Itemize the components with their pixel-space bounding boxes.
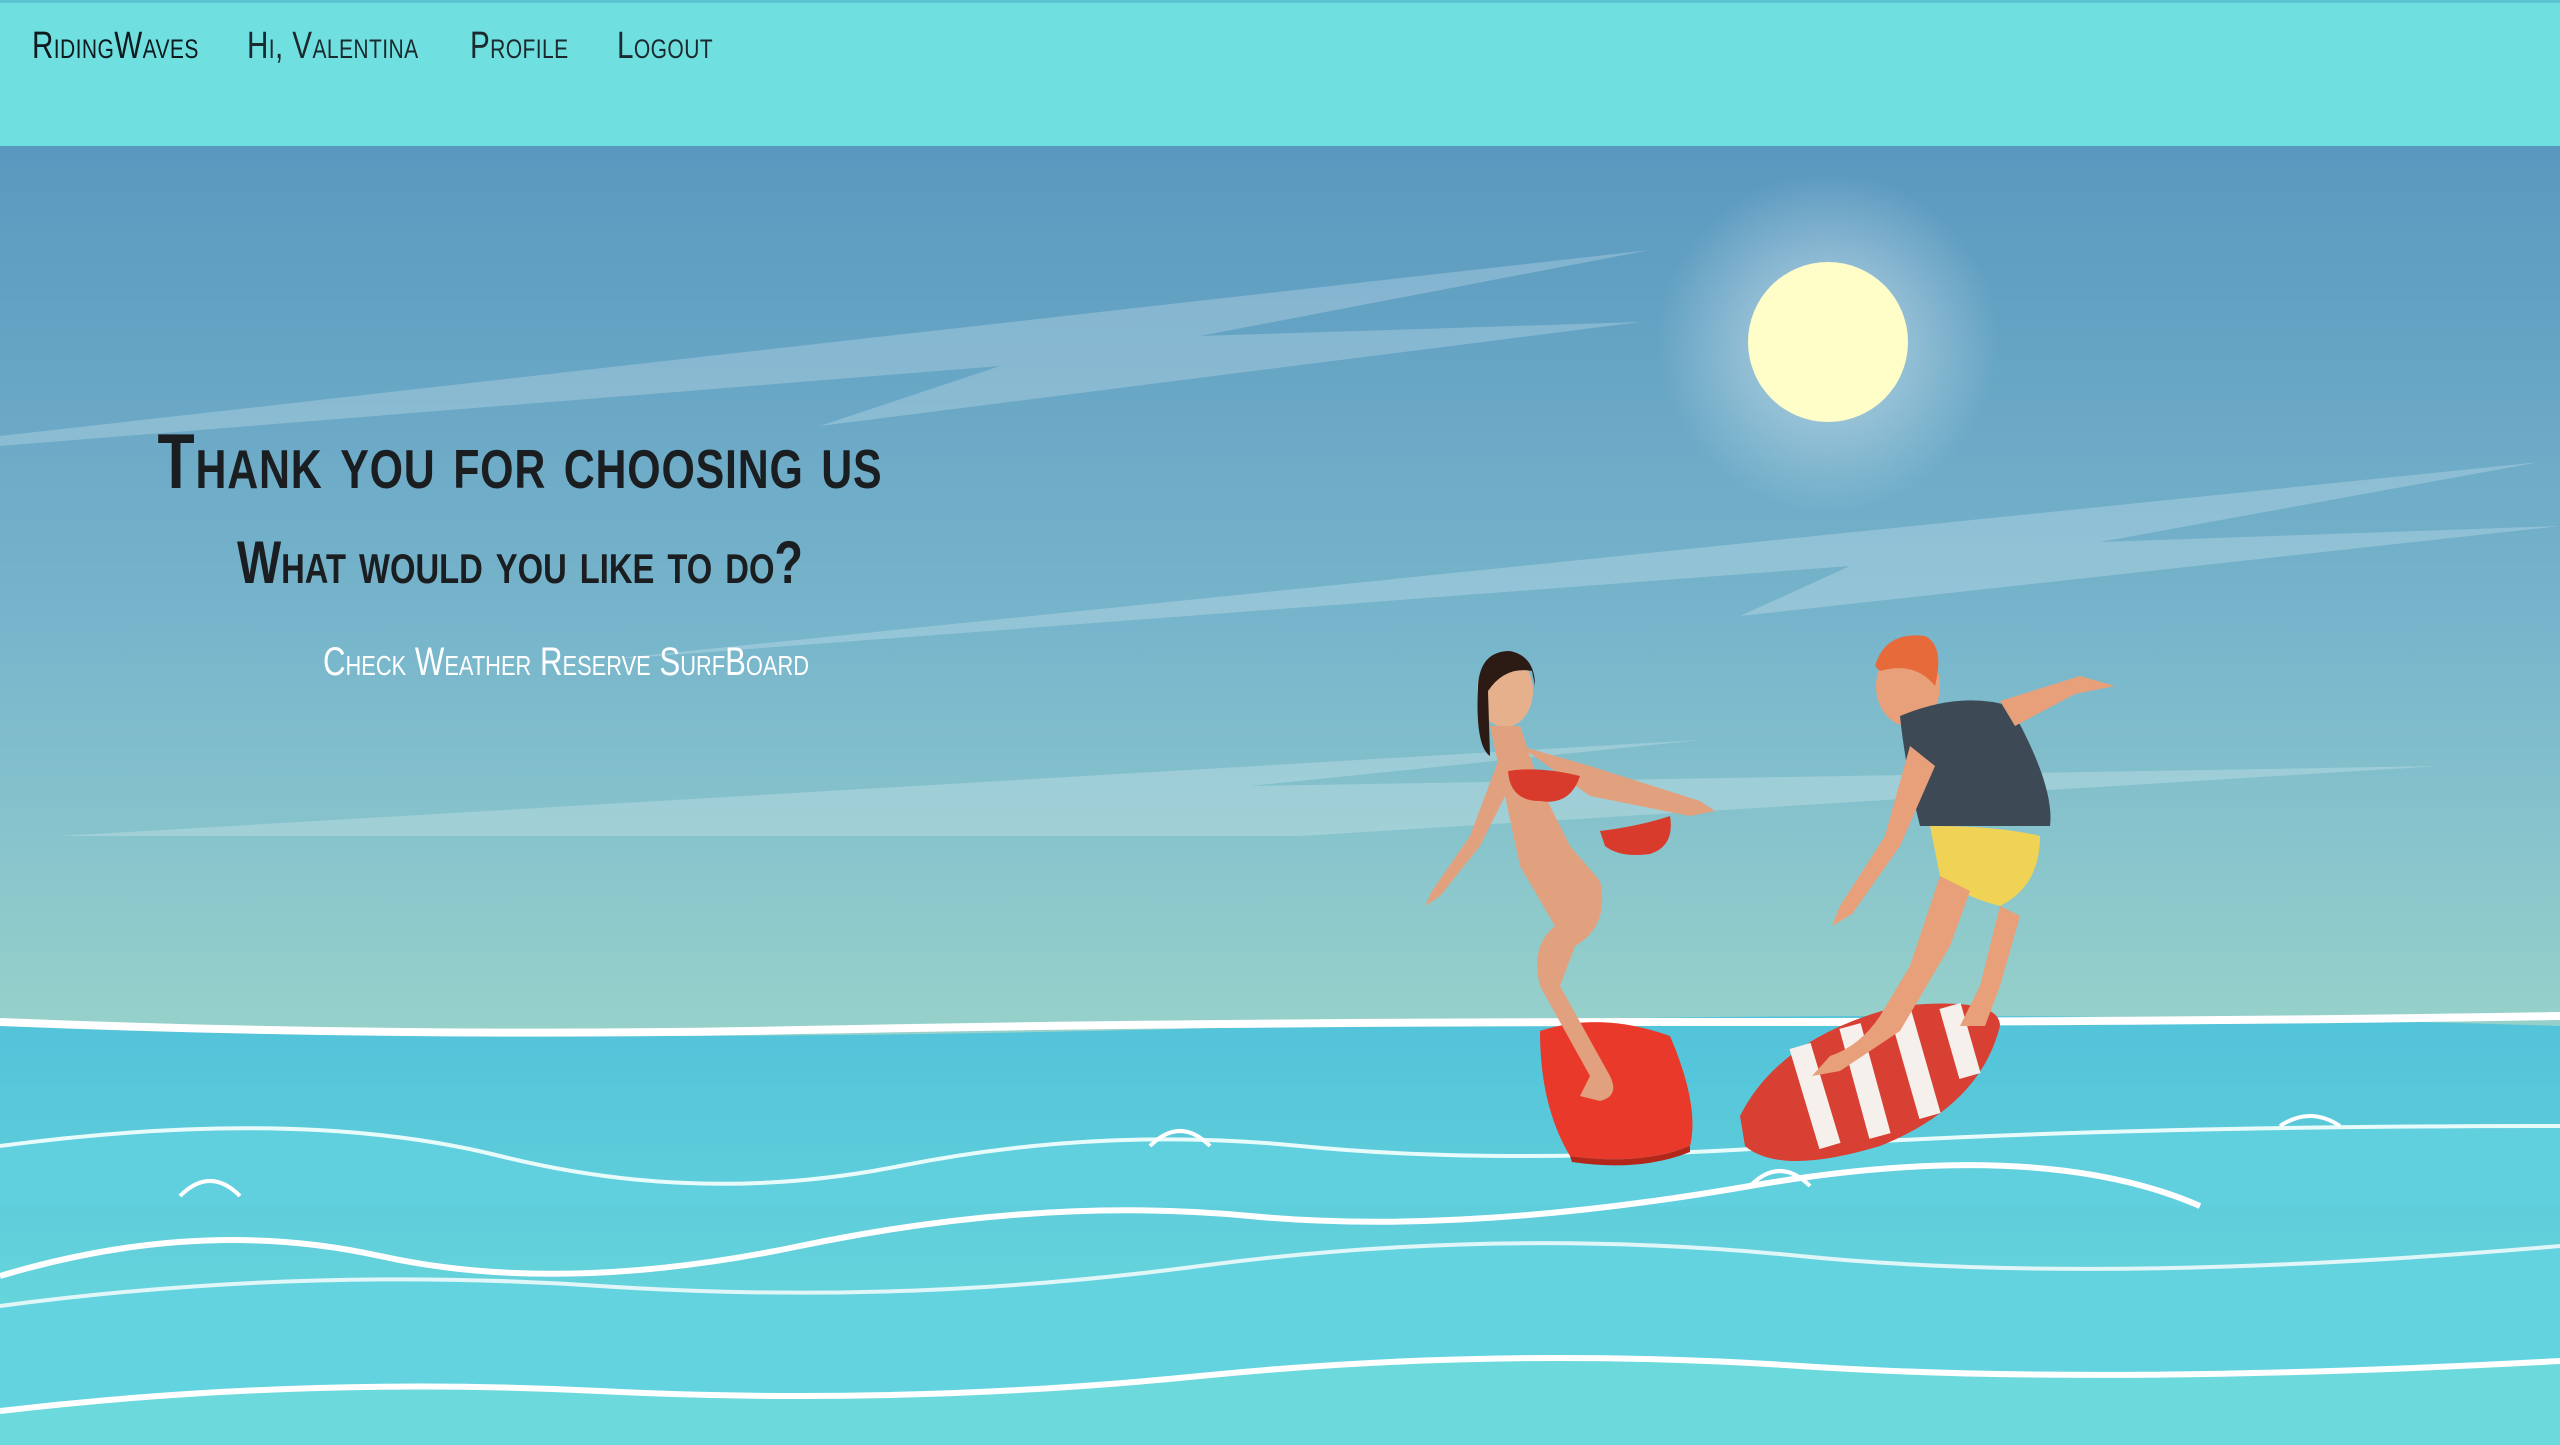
waves xyxy=(0,1114,2560,1445)
check-weather-link[interactable]: Check Weather xyxy=(323,640,531,685)
profile-link[interactable]: Profile xyxy=(470,25,569,68)
hero-section: Thank you for choosing us What would you… xyxy=(0,146,2560,1445)
brand-logo-link[interactable]: RidingWaves xyxy=(32,25,199,68)
logout-link[interactable]: Logout xyxy=(617,25,713,68)
sun xyxy=(1748,262,1908,422)
user-greeting-link[interactable]: Hi, Valentina xyxy=(247,25,419,68)
top-navbar: RidingWaves Hi, Valentina Profile Logout xyxy=(0,0,2560,146)
beach-illustration xyxy=(0,146,2560,1445)
page-subtitle: What would you like to do? xyxy=(236,529,804,596)
page-title: Thank you for choosing us xyxy=(157,417,883,505)
reserve-surfboard-link[interactable]: Reserve SurfBoard xyxy=(540,640,809,685)
